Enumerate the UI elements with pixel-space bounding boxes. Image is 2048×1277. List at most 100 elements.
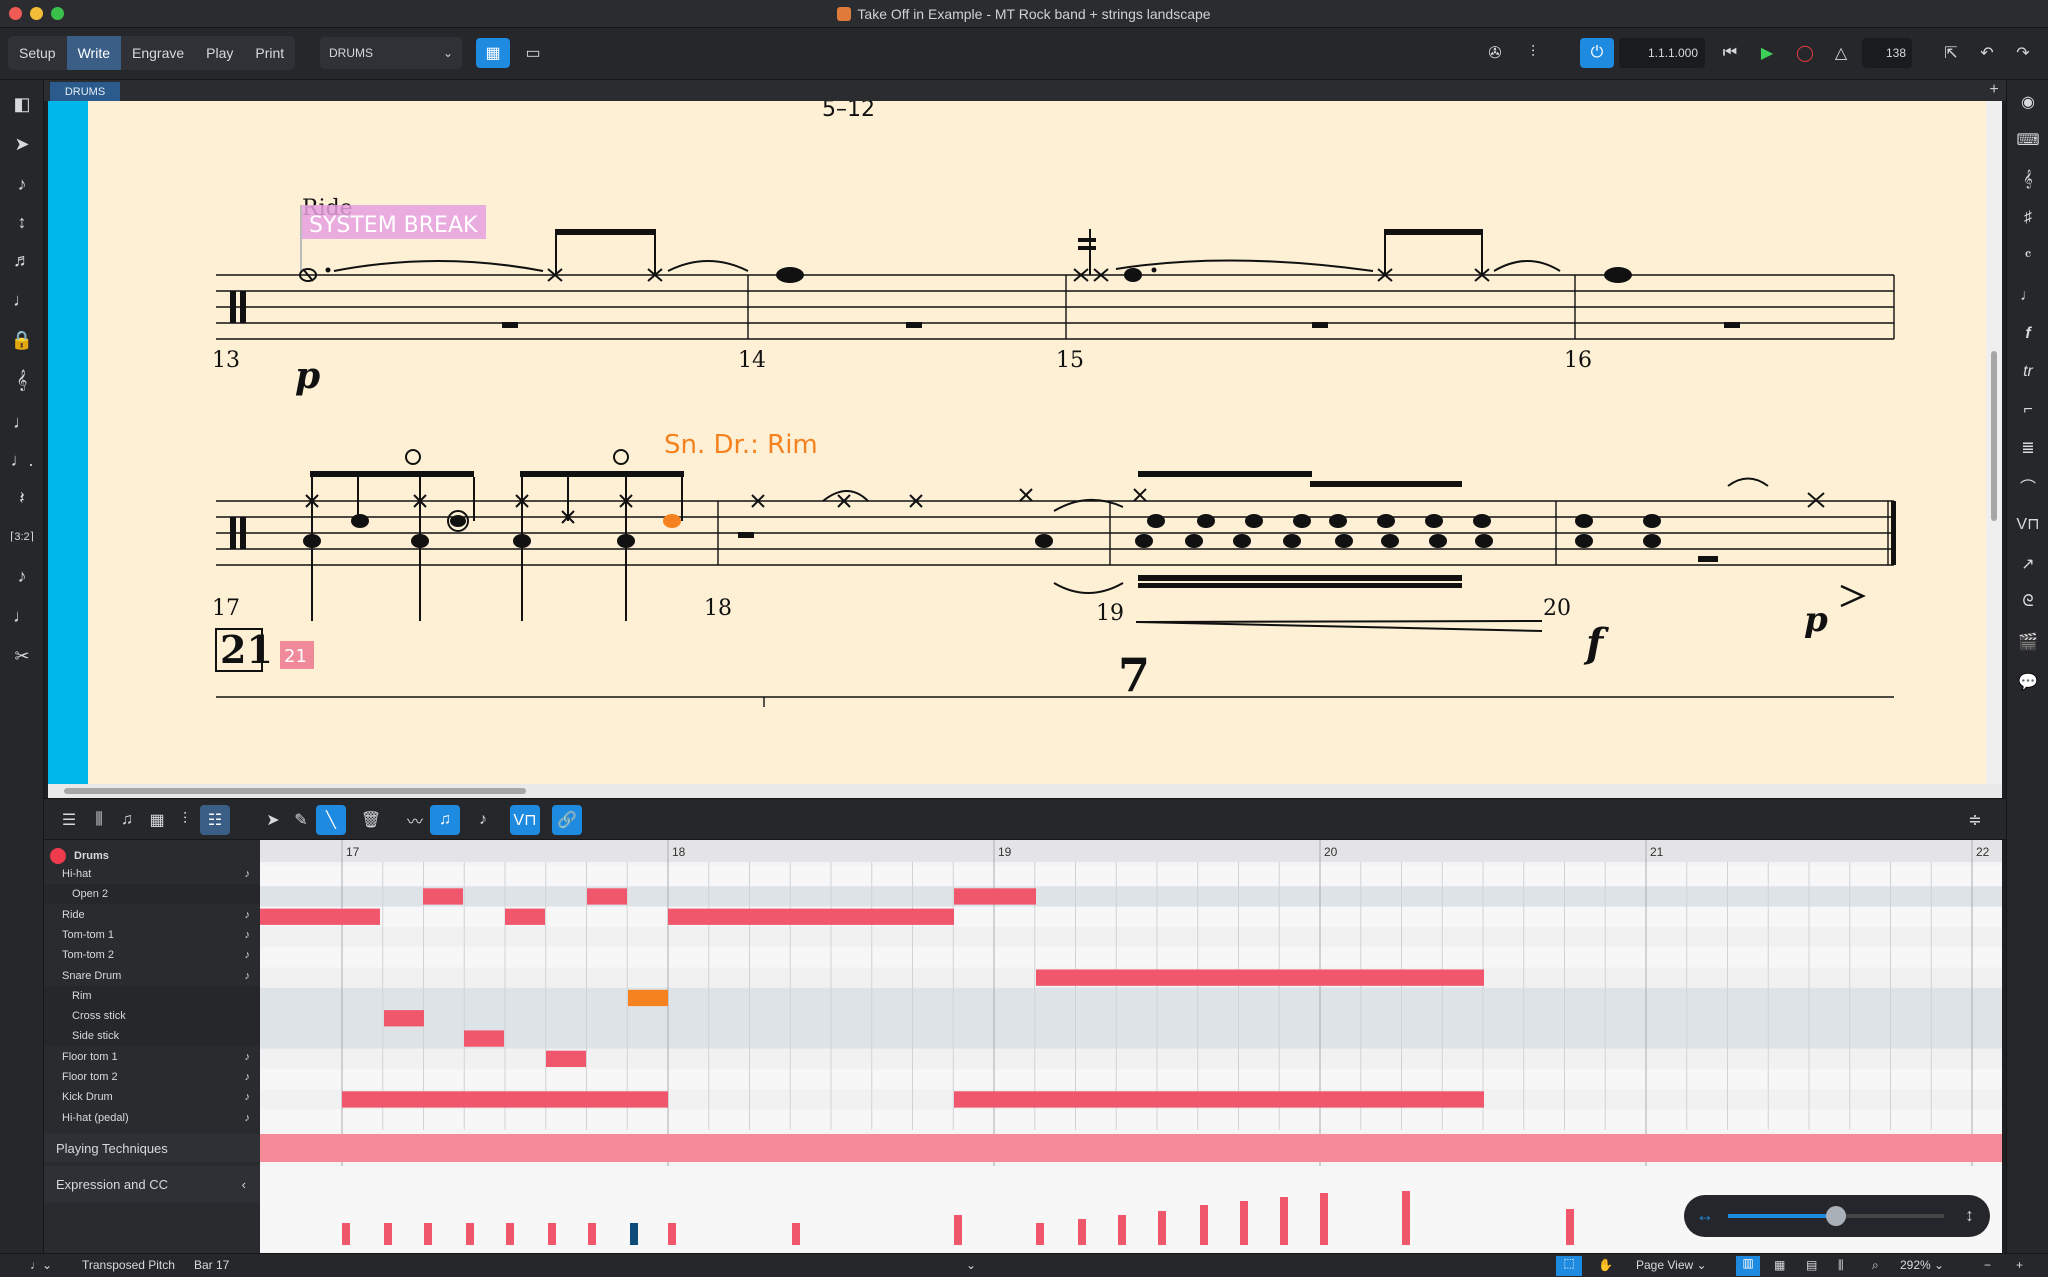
- tuplet-icon[interactable]: ⌈3:2⌉: [8, 522, 36, 550]
- mixer-icon[interactable]: ⫶: [1516, 38, 1550, 68]
- track-row[interactable]: Hi-hat ♪: [44, 864, 260, 884]
- comment-icon[interactable]: 💬: [2014, 668, 2042, 696]
- rest-icon[interactable]: 𝄽: [8, 484, 36, 512]
- note-icon[interactable]: ♪: [245, 868, 251, 880]
- keyboard-icon[interactable]: ⌨: [2014, 126, 2042, 154]
- grid-view-icon[interactable]: ▦: [1774, 1258, 1785, 1272]
- spread-icon[interactable]: ▥: [1736, 1256, 1760, 1276]
- mode-write[interactable]: Write: [66, 36, 122, 70]
- time-signature-icon[interactable]: 𝄴: [2014, 242, 2042, 270]
- rewind-icon[interactable]: ⏮: [1713, 38, 1747, 68]
- close-window-button[interactable]: [9, 7, 22, 20]
- note-input-icon[interactable]: ♪: [8, 170, 36, 198]
- playing-techniques-icon[interactable]: V⊓: [2014, 510, 2042, 538]
- hand-tool-icon[interactable]: ✋: [1598, 1258, 1613, 1272]
- velocity-bar[interactable]: [1280, 1197, 1288, 1245]
- note-block[interactable]: [954, 888, 1036, 905]
- mode-setup[interactable]: Setup: [8, 36, 67, 70]
- dotted-note-icon[interactable]: ♩.: [8, 446, 36, 474]
- mixer-sliders-icon[interactable]: ⫶: [170, 805, 200, 835]
- dynamics-icon[interactable]: f: [2014, 320, 2042, 348]
- zoom-handle[interactable]: [1826, 1206, 1846, 1226]
- note-icon[interactable]: ♪: [245, 949, 251, 961]
- grid-icon[interactable]: ▦: [142, 805, 172, 835]
- track-row[interactable]: Hi-hat (pedal) ♪: [44, 1108, 260, 1128]
- playing-techniques-lane-label[interactable]: Playing Techniques: [44, 1134, 260, 1162]
- ear-icon[interactable]: ᘓ: [2014, 588, 2042, 616]
- record-icon[interactable]: ◯: [1788, 38, 1822, 68]
- techniques-display-icon[interactable]: V⊓: [510, 805, 540, 835]
- voice-icon[interactable]: ♩: [8, 286, 36, 314]
- note-input-mode-icon[interactable]: ♩⌄: [30, 1258, 52, 1272]
- ruler[interactable]: [260, 840, 2002, 862]
- record-arm-icon[interactable]: [50, 848, 66, 864]
- layout-selector[interactable]: DRUMS ⌄: [320, 37, 462, 69]
- track-row[interactable]: Tom-tom 2 ♪: [44, 945, 260, 965]
- note-block[interactable]: [384, 1010, 424, 1027]
- track-row[interactable]: Side stick: [44, 1026, 260, 1047]
- select-tool-icon[interactable]: ➤: [8, 130, 36, 158]
- chevron-down-icon[interactable]: ⌄: [966, 1258, 976, 1272]
- note-icon[interactable]: ♪: [245, 929, 251, 941]
- accent-icon[interactable]: ♪: [8, 562, 36, 590]
- redo-icon[interactable]: ↷: [2006, 38, 2040, 68]
- track-row[interactable]: Floor tom 1 ♪: [44, 1047, 260, 1067]
- scissors-icon[interactable]: ✂: [8, 642, 36, 670]
- column-view-icon[interactable]: ⫼: [1838, 1258, 1844, 1273]
- holds-icon[interactable]: ⌒: [2014, 472, 2042, 500]
- note-block[interactable]: [587, 888, 627, 905]
- playing-techniques-lane[interactable]: [260, 1134, 2002, 1162]
- track-row[interactable]: Ride ♪: [44, 905, 260, 925]
- list-icon[interactable]: ☰: [54, 805, 84, 835]
- note-icon[interactable]: ♪: [245, 1051, 251, 1063]
- velocity-bar[interactable]: [1320, 1193, 1328, 1245]
- note-icon[interactable]: ♪: [245, 1112, 251, 1124]
- velocity-bar[interactable]: [548, 1223, 556, 1245]
- palette-icon[interactable]: ◉: [2014, 88, 2042, 116]
- note-block[interactable]: [464, 1030, 504, 1047]
- velocity-bar[interactable]: [1566, 1209, 1574, 1245]
- vscroll-thumb[interactable]: [1991, 351, 1997, 521]
- velocity-bar[interactable]: [424, 1223, 432, 1245]
- metronome-icon[interactable]: △: [1824, 38, 1858, 68]
- scroll-thumb[interactable]: [64, 788, 526, 794]
- view-type-select[interactable]: Page View ⌄: [1636, 1258, 1707, 1272]
- note-block[interactable]: [1036, 969, 1484, 986]
- pitch-mode-label[interactable]: Transposed Pitch: [82, 1258, 175, 1272]
- chord-icon[interactable]: ♬: [8, 246, 36, 274]
- add-tab-button[interactable]: +: [1986, 82, 2002, 98]
- note-block[interactable]: [546, 1050, 586, 1067]
- velocity-bar[interactable]: [506, 1223, 514, 1245]
- clef-icon[interactable]: 𝄞: [2014, 166, 2042, 194]
- zoom-out-icon[interactable]: −: [1984, 1258, 1991, 1272]
- system-break-signpost[interactable]: SYSTEM BREAK: [309, 213, 478, 238]
- zoom-in-icon[interactable]: +: [2016, 1258, 2023, 1272]
- marker-21-signpost[interactable]: 21: [284, 646, 307, 667]
- score-vertical-scrollbar[interactable]: [1986, 101, 2002, 784]
- velocity-bar[interactable]: [588, 1223, 596, 1245]
- insert-icon[interactable]: ↕: [8, 208, 36, 236]
- waveform-icon[interactable]: 〰: [400, 805, 430, 835]
- note-block[interactable]: [342, 1091, 668, 1108]
- maximize-window-button[interactable]: [51, 7, 64, 20]
- guitar-icon[interactable]: ♫: [112, 805, 142, 835]
- object-select-icon[interactable]: ➤: [258, 805, 288, 835]
- track-row[interactable]: Rim: [44, 985, 260, 1006]
- track-row[interactable]: Open 2: [44, 884, 260, 905]
- snap-note-icon[interactable]: ♪: [468, 805, 498, 835]
- note-icon[interactable]: ♪: [245, 970, 251, 982]
- selected-velocity-bar[interactable]: [630, 1223, 638, 1245]
- note-block[interactable]: [668, 908, 954, 925]
- note-block[interactable]: [954, 1091, 1484, 1108]
- track-row[interactable]: Tom-tom 1 ♪: [44, 925, 260, 945]
- mode-play[interactable]: Play: [195, 36, 244, 70]
- lock-duration-icon[interactable]: 🔒: [8, 326, 36, 354]
- velocity-bar[interactable]: [1036, 1223, 1044, 1245]
- video-icon[interactable]: ✇: [1478, 38, 1512, 68]
- note-icon[interactable]: ♪: [245, 909, 251, 921]
- note-icon[interactable]: ♪: [245, 1091, 251, 1103]
- selected-note-block[interactable]: [628, 989, 668, 1007]
- track-row[interactable]: Floor tom 2 ♪: [44, 1067, 260, 1087]
- note-icon[interactable]: ♪: [245, 1071, 251, 1083]
- note-value-icon[interactable]: ♩: [8, 408, 36, 436]
